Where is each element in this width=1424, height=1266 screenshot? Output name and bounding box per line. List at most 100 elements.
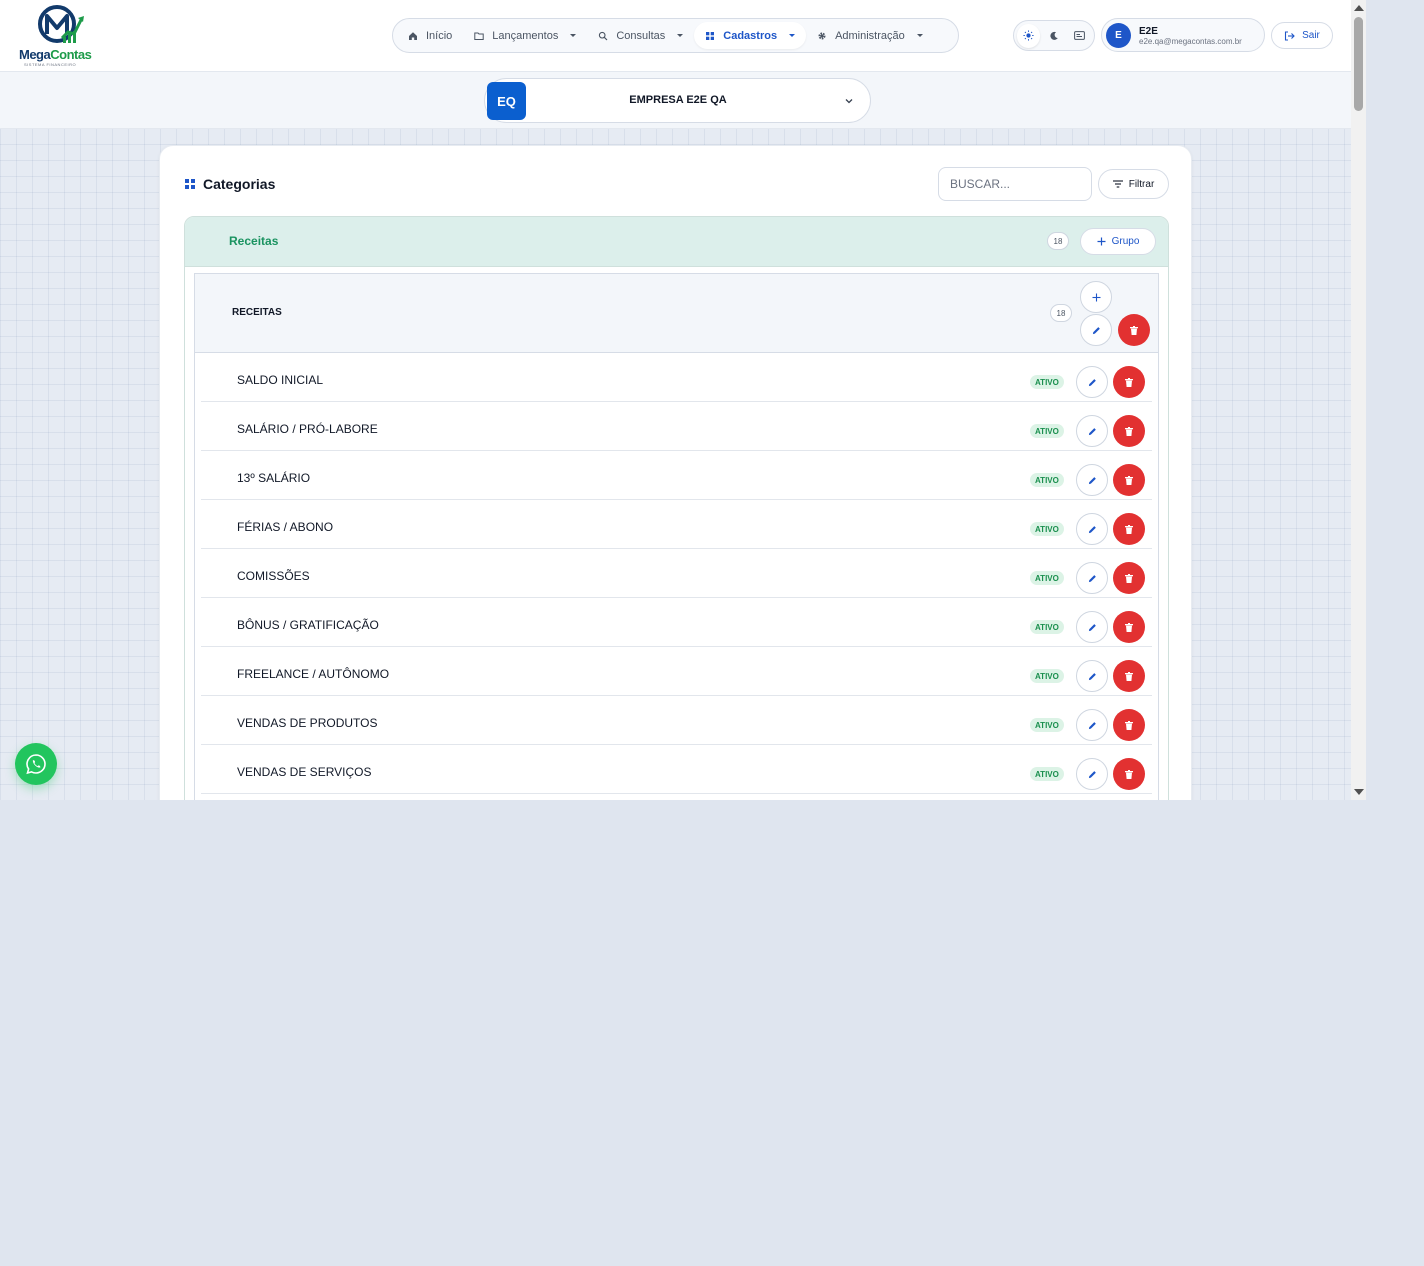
trash-icon [1125, 524, 1133, 534]
edit-category-button[interactable] [1076, 611, 1108, 643]
brand-name: MegaContas [19, 47, 92, 62]
filter-button[interactable]: Filtrar [1098, 169, 1169, 199]
moon-icon [1050, 31, 1058, 40]
section-count-badge: 18 [1047, 232, 1069, 250]
logout-icon [1285, 30, 1295, 41]
category-name: VENDAS DE SERVIÇOS [237, 765, 372, 779]
list-item: FÉRIAS / ABONO ATIVO [201, 500, 1152, 549]
section-header[interactable]: Receitas 18 Grupo [185, 217, 1168, 267]
edit-category-button[interactable] [1076, 709, 1108, 741]
avatar: E [1106, 23, 1131, 48]
scroll-down-arrow-icon[interactable] [1354, 789, 1364, 795]
trash-icon [1130, 325, 1138, 335]
list-item: VENDAS DE SERVIÇOS ATIVO [201, 745, 1152, 794]
pencil-icon [1088, 525, 1096, 533]
trash-icon [1125, 475, 1133, 485]
trash-icon [1125, 426, 1133, 436]
brand-tagline: SISTEMA FINANCEIRO [24, 62, 77, 67]
edit-category-button[interactable] [1076, 758, 1108, 790]
sun-icon [1023, 30, 1034, 41]
nav-item-label: Cadastros [723, 29, 778, 42]
add-group-button[interactable]: Grupo [1080, 228, 1156, 255]
caret-down-icon [916, 34, 923, 37]
add-category-button[interactable] [1080, 281, 1112, 313]
delete-group-button[interactable] [1118, 314, 1150, 346]
scroll-up-arrow-icon[interactable] [1354, 5, 1364, 11]
page-title-text: Categorias [203, 176, 276, 192]
theme-dark-button[interactable] [1042, 24, 1065, 48]
trash-icon [1125, 573, 1133, 583]
nav-item-cadastros[interactable]: Cadastros [694, 22, 807, 49]
group-count-badge: 18 [1050, 304, 1072, 322]
list-item: VENDAS DE PRODUTOS ATIVO [201, 696, 1152, 745]
pencil-icon [1088, 623, 1096, 631]
theme-switcher [1013, 20, 1095, 51]
trash-icon [1125, 622, 1133, 632]
edit-category-button[interactable] [1076, 366, 1108, 398]
nav-item-administracao[interactable]: Administração [806, 22, 934, 49]
edit-category-button[interactable] [1076, 415, 1108, 447]
status-badge: ATIVO [1030, 718, 1064, 732]
pencil-icon [1088, 672, 1096, 680]
list-item: BÔNUS / GRATIFICAÇÃO ATIVO [201, 598, 1152, 647]
pencil-icon [1092, 326, 1100, 334]
delete-category-button[interactable] [1113, 366, 1145, 398]
logout-button[interactable]: Sair [1271, 22, 1333, 49]
delete-category-button[interactable] [1113, 709, 1145, 741]
status-badge: ATIVO [1030, 522, 1064, 536]
nav-item-inicio[interactable]: Início [397, 22, 463, 49]
category-name: 13º SALÁRIO [237, 471, 311, 485]
list-item: SALDO INICIAL ATIVO [201, 353, 1152, 402]
edit-category-button[interactable] [1076, 513, 1108, 545]
delete-category-button[interactable] [1113, 758, 1145, 790]
delete-category-button[interactable] [1113, 415, 1145, 447]
categories-card: Categorias Filtrar Receitas 18 Grupo [159, 145, 1192, 800]
logout-label: Sair [1302, 30, 1320, 41]
company-selector[interactable]: EQ EMPRESA E2E QA [484, 78, 871, 123]
nav-item-label: Administração [835, 29, 905, 42]
filter-icon [1112, 180, 1123, 188]
theme-card-button[interactable] [1068, 24, 1091, 48]
status-badge: ATIVO [1030, 473, 1064, 487]
add-group-label: Grupo [1111, 236, 1140, 247]
main-nav: Início Lançamentos Consultas Cadastros Admin… [392, 18, 959, 53]
pencil-icon [1088, 721, 1096, 729]
list-item: 13º SALÁRIO ATIVO [201, 451, 1152, 500]
whatsapp-button[interactable] [15, 743, 57, 785]
pencil-icon [1088, 574, 1096, 582]
group-receitas: RECEITAS 18 SALDO INICIAL ATIVO SALÁRIO / … [194, 273, 1159, 800]
delete-category-button[interactable] [1113, 464, 1145, 496]
search-input[interactable] [938, 167, 1092, 201]
page-title: Categorias [185, 176, 275, 192]
trash-icon [1125, 769, 1133, 779]
list-item: FREELANCE / AUTÔNOMO ATIVO [201, 647, 1152, 696]
browser-viewport: MegaContas SISTEMA FINANCEIRO Início Lanç… [0, 0, 1366, 800]
delete-category-button[interactable] [1113, 660, 1145, 692]
edit-category-button[interactable] [1076, 660, 1108, 692]
scroll-thumb[interactable] [1354, 17, 1363, 111]
delete-category-button[interactable] [1113, 562, 1145, 594]
page-scrollbar[interactable] [1351, 0, 1366, 800]
grid-icon [185, 179, 195, 189]
delete-category-button[interactable] [1113, 611, 1145, 643]
user-menu[interactable]: E E2E e2e.qa@megacontas.com.br [1101, 18, 1265, 52]
edit-category-button[interactable] [1076, 562, 1108, 594]
company-badge: EQ [487, 82, 526, 120]
status-badge: ATIVO [1030, 375, 1064, 389]
group-header: RECEITAS 18 [195, 274, 1158, 353]
category-name: FÉRIAS / ABONO [237, 520, 334, 534]
section-title: Receitas [229, 234, 279, 248]
status-badge: ATIVO [1030, 571, 1064, 585]
delete-category-button[interactable] [1113, 513, 1145, 545]
status-badge: ATIVO [1030, 669, 1064, 683]
grid-icon [705, 31, 715, 41]
pencil-icon [1088, 378, 1096, 386]
page: MegaContas SISTEMA FINANCEIRO Início Lanç… [0, 0, 1351, 800]
brand-logo[interactable]: MegaContas SISTEMA FINANCEIRO [16, 4, 98, 68]
nav-item-consultas[interactable]: Consultas [587, 22, 694, 49]
trash-icon [1125, 671, 1133, 681]
edit-category-button[interactable] [1076, 464, 1108, 496]
edit-group-button[interactable] [1080, 314, 1112, 346]
nav-item-lancamentos[interactable]: Lançamentos [463, 22, 587, 49]
theme-light-button[interactable] [1017, 23, 1041, 48]
